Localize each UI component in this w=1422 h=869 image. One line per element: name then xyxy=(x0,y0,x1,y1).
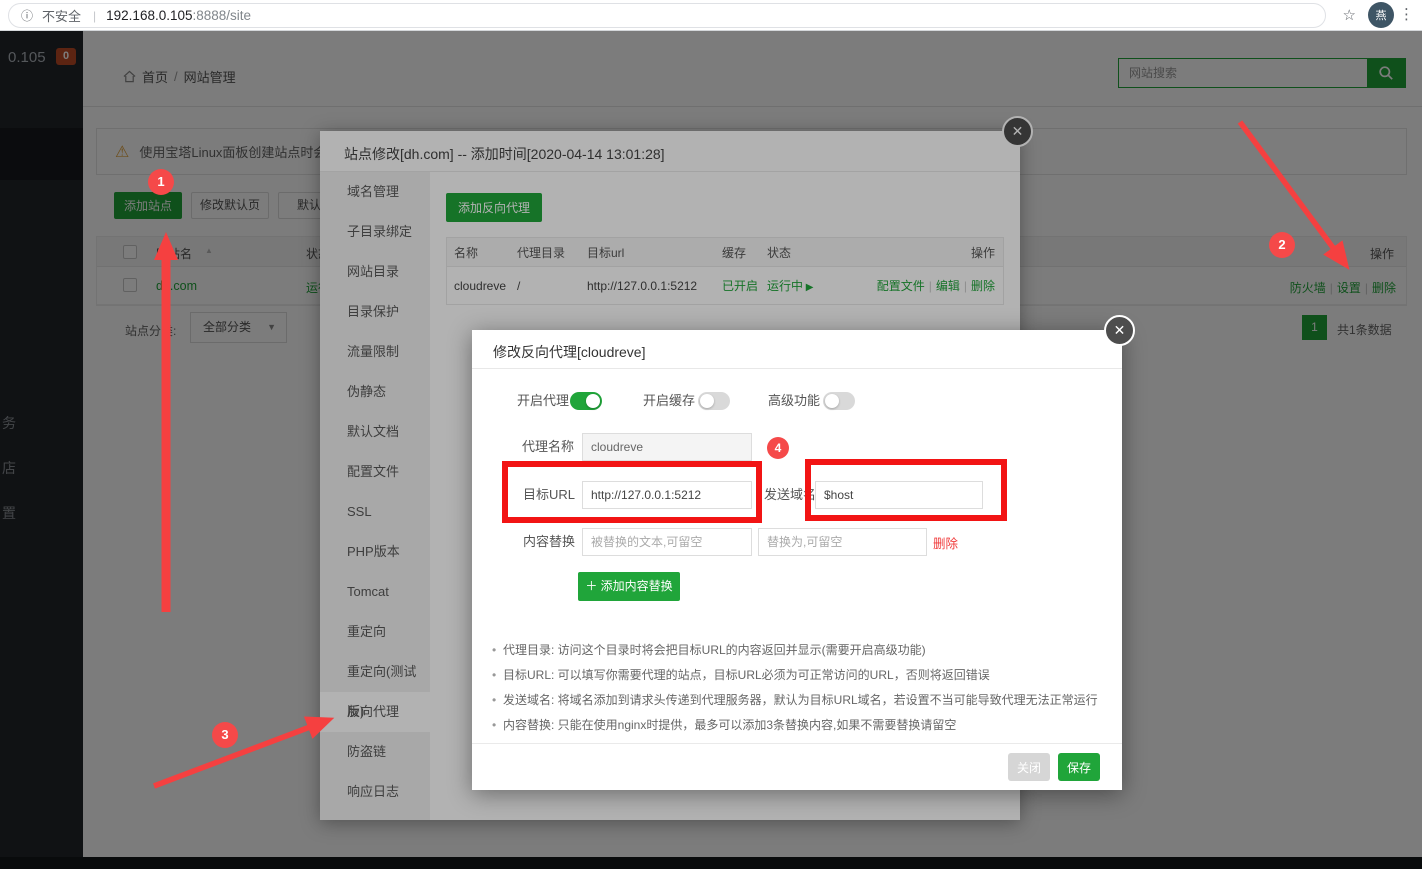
security-label: 不安全 xyxy=(42,6,81,25)
info-icon[interactable]: ⓘ xyxy=(21,7,33,24)
bookmark-star-icon[interactable]: ☆ xyxy=(1343,6,1356,24)
proxy-name-label: 代理名称 xyxy=(522,433,574,461)
address-bar[interactable]: ⓘ 不安全 | 192.168.0.105:8888/site xyxy=(8,3,1326,28)
advanced-label: 高级功能 xyxy=(768,387,820,415)
annotation-box-send-domain xyxy=(805,459,1007,521)
annotation-step-4: 4 xyxy=(767,437,789,459)
add-content-replace-button[interactable]: ＋ 添加内容替换 xyxy=(578,572,680,601)
help-item: 目标URL: 可以填写你需要代理的站点，目标URL必须为可正常访问的URL，否则… xyxy=(492,663,1098,688)
browser-chrome: ⓘ 不安全 | 192.168.0.105:8888/site ☆ 燕 ⋮ xyxy=(0,0,1422,31)
enable-proxy-toggle[interactable] xyxy=(570,392,602,410)
annotation-step-2: 2 xyxy=(1269,232,1295,258)
delete-replace-link[interactable]: 删除 xyxy=(933,533,958,552)
close-icon[interactable]: ✕ xyxy=(1104,315,1135,346)
help-item: 内容替换: 只能在使用nginx时提供，最多可以添加3条替换内容,如果不需要替换… xyxy=(492,713,1098,738)
enable-proxy-label: 开启代理 xyxy=(517,387,569,415)
address-divider: | xyxy=(93,9,96,23)
annotation-step-1: 1 xyxy=(148,169,174,195)
close-button[interactable]: 关闭 xyxy=(1008,753,1050,781)
annotation-step-3: 3 xyxy=(212,722,238,748)
enable-cache-label: 开启缓存 xyxy=(643,387,695,415)
edit-reverse-proxy-modal: 修改反向代理[cloudreve] ✕ 开启代理 开启缓存 高级功能 代理名称 … xyxy=(472,330,1122,790)
advanced-toggle[interactable] xyxy=(823,392,855,410)
url-text: 192.168.0.105:8888/site xyxy=(106,8,251,23)
replace-to-input[interactable] xyxy=(758,528,927,556)
enable-cache-toggle[interactable] xyxy=(698,392,730,410)
annotation-box-target-url xyxy=(502,461,762,523)
browser-avatar[interactable]: 燕 xyxy=(1368,2,1394,28)
plus-icon: ＋ xyxy=(585,579,600,593)
browser-menu-icon[interactable]: ⋮ xyxy=(1399,5,1414,23)
replace-from-input[interactable] xyxy=(582,528,752,556)
proxy-modal-title: 修改反向代理[cloudreve] xyxy=(493,342,645,362)
footer-divider xyxy=(472,743,1122,744)
help-item: 发送域名: 将域名添加到请求头传递到代理服务器，默认为目标URL域名，若设置不当… xyxy=(492,688,1098,713)
modal-divider xyxy=(472,368,1122,369)
proxy-name-input[interactable] xyxy=(582,433,752,461)
help-item: 代理目录: 访问这个目录时将会把目标URL的内容返回并显示(需要开启高级功能) xyxy=(492,638,1098,663)
proxy-help-list: 代理目录: 访问这个目录时将会把目标URL的内容返回并显示(需要开启高级功能)目… xyxy=(492,638,1098,738)
content-replace-label: 内容替换 xyxy=(523,528,575,556)
save-button[interactable]: 保存 xyxy=(1058,753,1100,781)
